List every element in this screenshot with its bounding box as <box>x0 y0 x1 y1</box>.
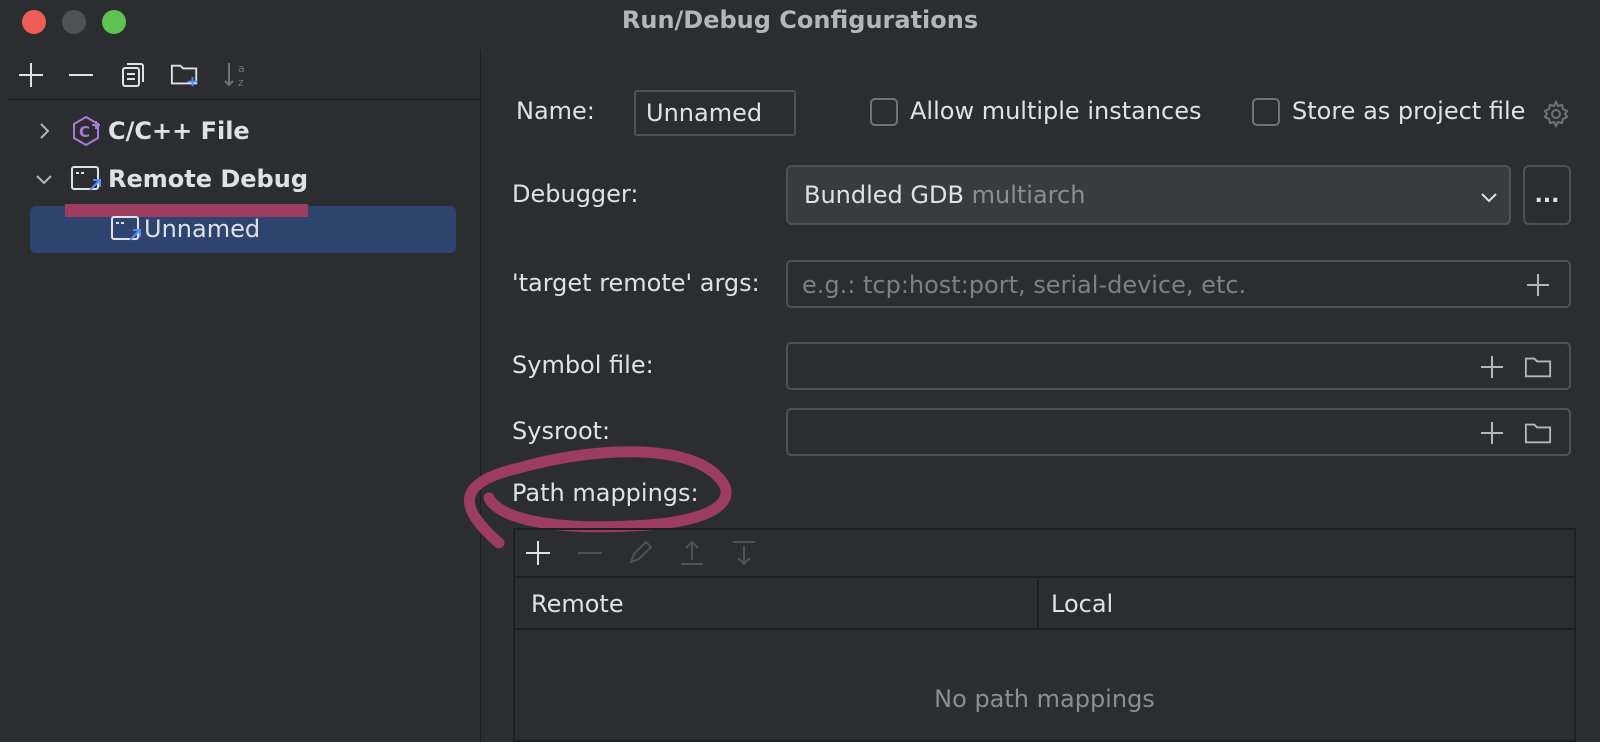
name-field[interactable]: Unnamed <box>634 90 796 136</box>
sort-icon[interactable]: az <box>222 60 252 90</box>
remove-icon[interactable] <box>66 60 96 90</box>
column-remote[interactable]: Remote <box>531 590 624 618</box>
folder-icon[interactable] <box>1524 353 1552 381</box>
svg-text:C: C <box>79 123 90 141</box>
tree-item-remote-debug[interactable]: Remote Debug <box>34 156 308 202</box>
debugger-hint: multiarch <box>971 181 1086 209</box>
chevron-down-icon[interactable] <box>34 169 54 189</box>
debugger-more-button[interactable]: ... <box>1523 165 1571 225</box>
debugger-value: Bundled GDB <box>804 181 964 209</box>
tree-item-cpp-file[interactable]: C C/C++ File <box>34 108 250 154</box>
column-divider[interactable] <box>1037 580 1039 628</box>
name-label: Name: <box>516 97 595 125</box>
chevron-right-icon[interactable] <box>34 121 54 141</box>
svg-text:a: a <box>238 62 245 75</box>
add-icon[interactable] <box>523 538 553 568</box>
window-title: Run/Debug Configurations <box>621 6 979 34</box>
configuration-form: Name: Unnamed Allow multiple instances S… <box>463 50 1600 742</box>
add-icon[interactable] <box>1478 419 1506 447</box>
remote-debug-icon <box>71 166 101 191</box>
remote-debug-icon <box>111 216 141 241</box>
tree-item-unnamed[interactable]: Unnamed <box>110 206 260 252</box>
configurations-panel: az C C/C++ File Remote Debug Unnamed <box>8 50 481 742</box>
allow-multiple-checkbox[interactable] <box>870 98 898 126</box>
chevron-down-icon <box>1481 193 1497 203</box>
svg-text:z: z <box>238 76 244 89</box>
target-remote-input[interactable]: e.g.: tcp:host:port, serial-device, etc. <box>786 260 1571 308</box>
symbol-file-input[interactable] <box>786 342 1571 390</box>
title-bar: Run/Debug Configurations <box>0 0 1600 44</box>
target-remote-placeholder: e.g.: tcp:host:port, serial-device, etc. <box>802 271 1247 299</box>
move-down-icon <box>729 538 759 568</box>
tree-item-label: Unnamed <box>144 215 261 243</box>
tree-item-label: Remote Debug <box>108 165 309 193</box>
debugger-label: Debugger: <box>512 180 639 208</box>
move-up-icon <box>677 538 707 568</box>
path-mappings-header: Remote Local <box>515 580 1574 630</box>
add-icon[interactable] <box>1524 271 1552 299</box>
empty-state-text: No path mappings <box>934 685 1155 713</box>
path-mappings-toolbar <box>515 530 1574 578</box>
add-icon[interactable] <box>1478 353 1506 381</box>
run-debug-dialog: Run/Debug Configurations az C C/C++ File… <box>0 0 1600 742</box>
copy-icon[interactable] <box>118 60 148 90</box>
configurations-toolbar: az <box>8 50 481 100</box>
target-remote-label: 'target remote' args: <box>512 269 760 297</box>
sysroot-input[interactable] <box>786 408 1571 456</box>
allow-multiple-label: Allow multiple instances <box>910 97 1202 125</box>
remove-icon <box>575 538 605 568</box>
cpp-config-icon: C <box>73 115 100 147</box>
edit-icon <box>625 538 655 568</box>
path-mappings-table: Remote Local No path mappings <box>513 528 1576 742</box>
debugger-select[interactable]: Bundled GDB multiarch <box>786 165 1511 225</box>
folder-icon[interactable] <box>1524 419 1552 447</box>
gear-icon[interactable] <box>1542 100 1570 128</box>
tree-item-label: C/C++ File <box>108 117 250 145</box>
symbol-file-label: Symbol file: <box>512 351 654 379</box>
store-project-label: Store as project file <box>1292 97 1526 125</box>
add-icon[interactable] <box>16 60 46 90</box>
column-local[interactable]: Local <box>1051 590 1113 618</box>
new-folder-icon[interactable] <box>170 60 200 90</box>
store-project-checkbox[interactable] <box>1252 98 1280 126</box>
